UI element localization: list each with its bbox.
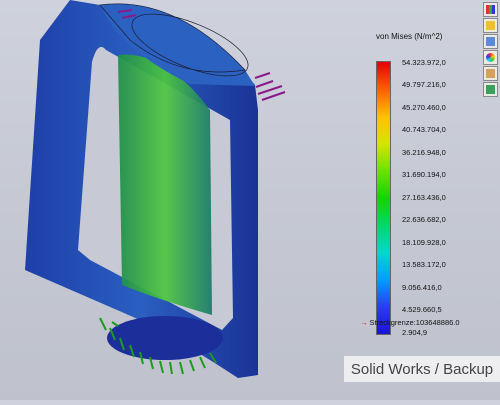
legend-color-bar: [376, 61, 391, 335]
legend-tick: 40.743.704,0: [402, 125, 446, 134]
legend-tick: 54.323.972,0: [402, 58, 446, 67]
legend-tick: 22.636.682,0: [402, 215, 446, 224]
legend-tick: 9.056.416,0: [402, 283, 442, 292]
yield-text: Streckgrenze:103648886.0: [369, 318, 460, 327]
legend-tick: 18.109.928,0: [402, 238, 446, 247]
watermark: Solid Works / Backup: [344, 356, 500, 382]
base-ellipse: [107, 316, 223, 360]
legend-tick: 45.270.460,0: [402, 103, 446, 112]
color-wheel-icon[interactable]: [483, 50, 498, 65]
folder-icon[interactable]: [483, 18, 498, 33]
legend-tick: 36.216.948,0: [402, 148, 446, 157]
report-icon[interactable]: [483, 66, 498, 81]
legend-tick: 49.797.216,0: [402, 80, 446, 89]
legend-title: von Mises (N/m^2): [376, 32, 443, 41]
legend-tick: 2.904,9: [402, 328, 428, 337]
probe-icon[interactable]: [483, 82, 498, 97]
chart-icon[interactable]: [483, 2, 498, 17]
legend-tick: 4.529.660,5: [402, 305, 442, 314]
legend-tick: 31.690.194,0: [402, 170, 446, 179]
red-arrow-icon: →: [360, 318, 368, 327]
stress-legend: von Mises (N/m^2) 54.323.972,0 49.797.21…: [370, 32, 480, 337]
legend-tick: 27.163.436,0: [402, 193, 446, 202]
layers-icon[interactable]: [483, 34, 498, 49]
yield-strength-label: → Streckgrenze:103648886.0: [360, 318, 460, 327]
legend-tick: 13.583.172,0: [402, 260, 446, 269]
toolbar: [480, 0, 500, 100]
